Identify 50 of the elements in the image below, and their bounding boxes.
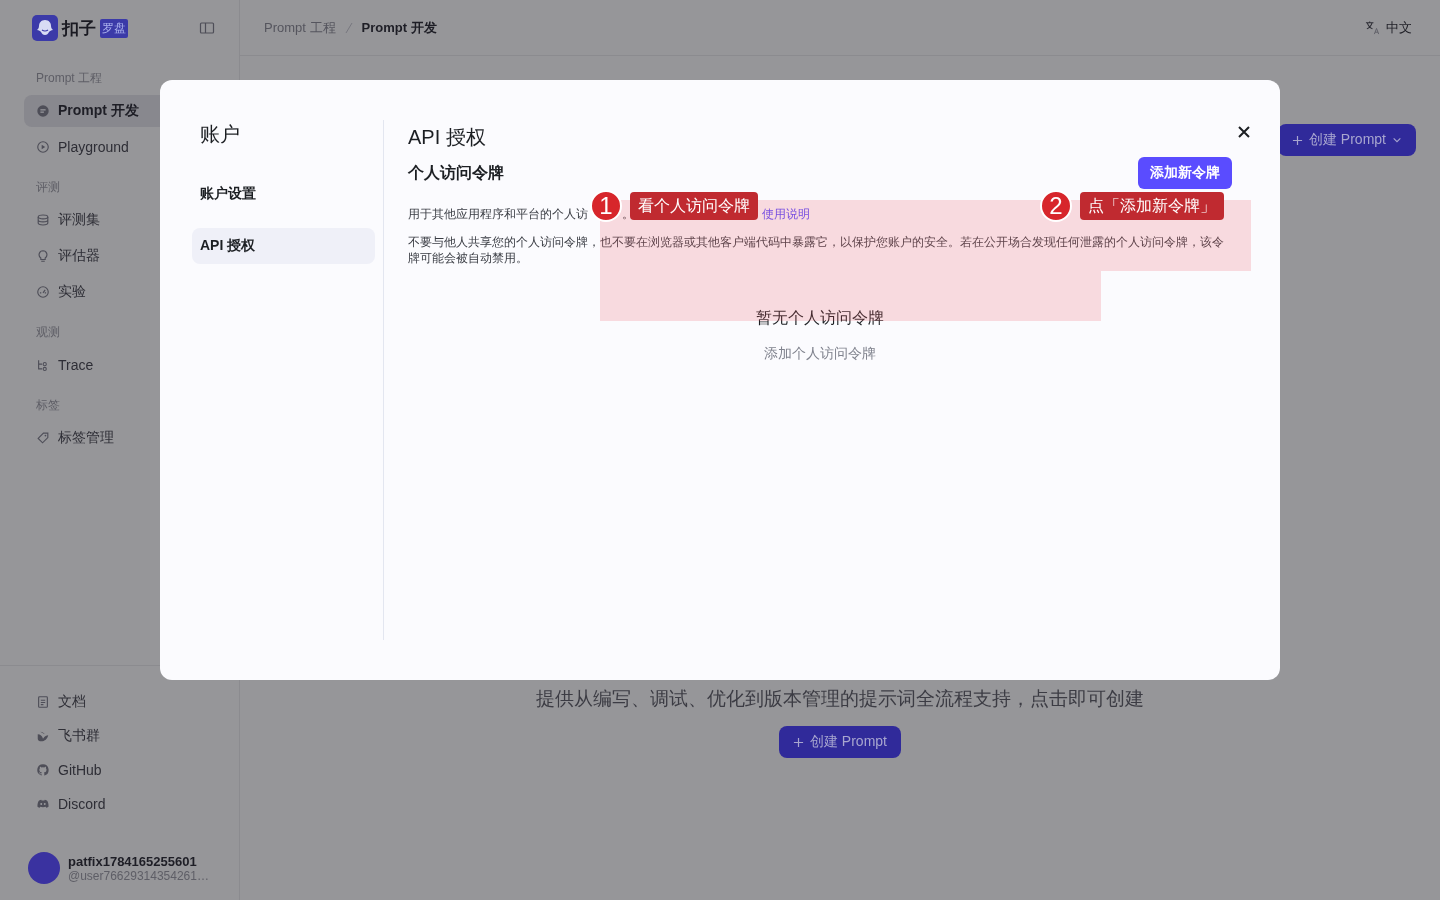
document-icon	[36, 695, 50, 709]
logo-badge: 罗盘	[100, 18, 128, 38]
database-icon	[36, 213, 50, 227]
breadcrumb-item[interactable]: Prompt 开发	[361, 18, 437, 37]
sidebar-toggle-icon[interactable]	[199, 20, 215, 36]
step-badge: 1	[590, 190, 622, 222]
gauge-icon	[36, 285, 50, 299]
bird-icon	[36, 729, 50, 743]
user-name: patfix1784165255601	[68, 853, 198, 869]
sidebar-link[interactable]: 飞书群	[24, 720, 215, 752]
sidebar-item[interactable]: 实验	[24, 276, 215, 308]
sidebar-link[interactable]: 文档	[24, 686, 215, 718]
close-icon[interactable]	[1236, 124, 1252, 140]
add-token-button[interactable]: 添加新令牌	[1138, 157, 1232, 189]
bulb-icon	[36, 249, 50, 263]
sidebar-link[interactable]: Discord	[24, 788, 215, 820]
settings-nav-item[interactable]: API 授权	[192, 228, 375, 264]
callout-label: 看个人访问令牌	[630, 192, 758, 220]
step-badge: 2	[1040, 190, 1072, 222]
user-handle: @user76629314354261…	[68, 868, 209, 883]
tag-icon	[36, 431, 50, 445]
avatar[interactable]	[28, 852, 60, 884]
plus-icon	[1292, 134, 1303, 146]
sidebar-item[interactable]: Trace	[24, 349, 215, 381]
callout-label: 点「添加新令牌」	[1080, 192, 1224, 220]
play-icon	[36, 140, 50, 154]
empty-state-text: 提供从编写、调试、优化到版本管理的提示词全流程支持，点击即可创建	[536, 687, 1144, 711]
slash-separator-icon	[343, 20, 354, 35]
create-prompt-button[interactable]: 创建 Prompt	[1278, 124, 1416, 156]
empty-state-title: 暂无个人访问令牌	[756, 308, 884, 328]
language-label[interactable]: 中文	[1386, 18, 1412, 37]
usage-link[interactable]: 使用说明	[762, 205, 810, 223]
create-prompt-button[interactable]: 创建 Prompt	[779, 726, 901, 758]
chevron-down-icon	[1392, 135, 1402, 145]
tree-icon	[36, 358, 50, 372]
section-heading: API 授权	[408, 125, 487, 150]
plus-icon	[793, 736, 804, 748]
add-token-link[interactable]: 添加个人访问令牌	[764, 345, 876, 363]
discord-icon	[36, 797, 50, 811]
logo-icon	[32, 15, 58, 41]
warning-text: 不要与他人共享您的个人访问令牌，也不要在浏览器或其他客户端代码中暴露它，以保护您账户的安全。若在公开场合发现任何泄露的个人访问令牌，该令牌可能会被自动禁用。	[408, 234, 1225, 266]
chat-icon	[36, 104, 50, 118]
github-icon	[36, 763, 50, 777]
sidebar-link[interactable]: GitHub	[24, 754, 215, 786]
description-text: 用于其他应用程序和平台的个人访	[408, 205, 588, 223]
breadcrumb-item[interactable]: Prompt 工程	[264, 18, 336, 37]
translate-icon	[1365, 20, 1380, 35]
section-subheading: 个人访问令牌	[408, 162, 504, 183]
logo-text: 扣子	[62, 17, 96, 40]
sidebar-item[interactable]: 标签管理	[24, 422, 215, 454]
